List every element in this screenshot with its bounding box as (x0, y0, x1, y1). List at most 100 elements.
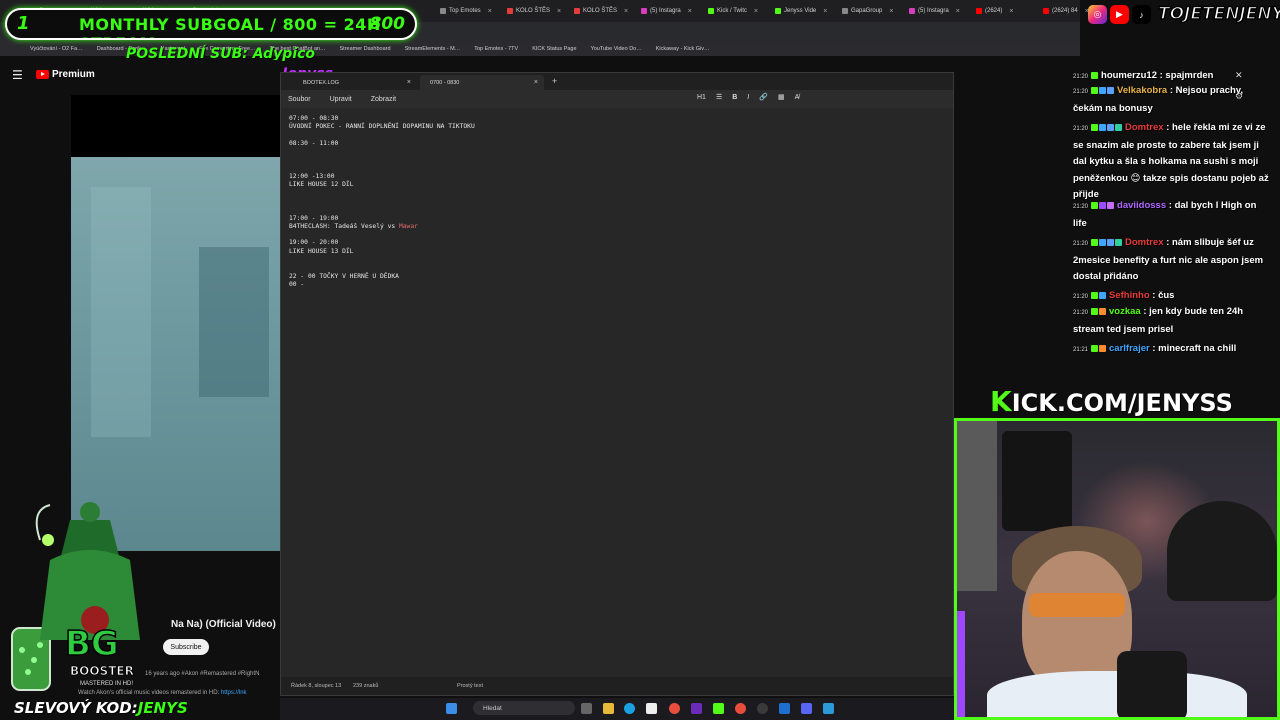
close-icon[interactable]: × (956, 8, 960, 15)
list-icon[interactable]: ☰ (716, 93, 722, 101)
chat-badge-icon (1099, 238, 1107, 246)
chrome-icon[interactable] (735, 703, 746, 714)
italic-button[interactable]: I (747, 94, 749, 101)
close-icon[interactable]: × (889, 8, 893, 15)
windows-start-icon[interactable] (446, 703, 457, 714)
video-player[interactable] (71, 157, 280, 551)
chat-username[interactable]: houmerzu12 (1101, 70, 1157, 81)
bookmark-item[interactable]: KICK Status Page (532, 46, 576, 52)
chat-timestamp: 21:20 (1073, 126, 1089, 132)
notepad-line: 22 - 00 TOČKY V HERNĚ U DĚDKA (289, 272, 399, 280)
bookmark-item[interactable]: Vyúčtování - O2 Fa… (30, 46, 83, 52)
close-icon[interactable]: × (407, 79, 411, 86)
store-icon[interactable] (646, 703, 657, 714)
close-icon[interactable]: × (823, 8, 827, 15)
link-icon[interactable]: 🔗 (759, 93, 768, 101)
webcam-cap (1167, 501, 1277, 601)
edge-icon[interactable] (624, 703, 635, 714)
app-icon[interactable] (779, 703, 790, 714)
browser-tab[interactable]: KOLO ŠTĚS × (574, 3, 636, 19)
browser-tab[interactable]: KOLO ŠTĚS × (507, 3, 569, 19)
notepad-format-toolbar: H1 ☰ B I 🔗 ▦ A̸ (697, 93, 800, 102)
browser-tab[interactable]: Top Emotes × (440, 3, 502, 19)
video-description-link[interactable]: https://lnk (221, 690, 247, 696)
chat-message: 21:20 Sefhinho : čus (1073, 288, 1269, 306)
close-icon[interactable]: × (557, 8, 561, 15)
tab-favicon-icon (507, 8, 513, 14)
subgoal-bar: 1 MONTHLY SUBGOAL / 800 = 24H STREAM 800 (5, 8, 417, 40)
browser-tab[interactable]: (2624) × (976, 3, 1038, 19)
bookmark-item[interactable]: StreamElements - M… (405, 46, 461, 52)
tab-favicon-icon (708, 8, 714, 14)
chat-username[interactable]: carlfrajer (1109, 343, 1150, 354)
chrome-icon[interactable] (669, 703, 680, 714)
subgoal-title: MONTHLY SUBGOAL / 800 = 24H STREAM (79, 15, 381, 38)
browser-tab[interactable]: Kick / Twitc × (708, 3, 770, 19)
chat-username[interactable]: Sefhinho (1109, 290, 1150, 301)
chat-badge-icon (1107, 123, 1115, 131)
notepad-tab-label: 0700 - 0830 (430, 79, 460, 86)
chat-badge-icon (1099, 291, 1107, 299)
chat-username[interactable]: Domtrex (1125, 122, 1164, 133)
table-icon[interactable]: ▦ (778, 93, 785, 101)
bookmark-item[interactable]: Streamer Dashboard (340, 46, 391, 52)
notepad-line: B4THECLASH: Tadeáš Veselý vs Mawar (289, 222, 418, 230)
chat-timestamp: 21:21 (1073, 347, 1089, 353)
close-icon[interactable]: × (1009, 8, 1013, 15)
notepad-line (289, 148, 475, 156)
video-player-top[interactable] (71, 95, 280, 157)
webcam-led-strip (957, 611, 965, 717)
chat-username[interactable]: Velkakobra (1117, 85, 1167, 96)
chat-badge-icon (1091, 307, 1099, 315)
bookmark-item[interactable]: YouTube Video Do… (591, 46, 642, 52)
subgoal-current: 1 (17, 13, 30, 34)
menu-view[interactable]: Zobrazit (371, 96, 396, 103)
clear-format-icon[interactable]: A̸ (795, 94, 800, 101)
chat-badge-icon (1091, 238, 1099, 246)
notepad-menubar: Soubor Upravit Zobrazit (281, 90, 953, 108)
close-icon[interactable]: × (488, 8, 492, 15)
close-icon[interactable]: × (624, 8, 628, 15)
kick-icon[interactable] (713, 703, 724, 714)
close-icon[interactable]: × (754, 8, 758, 15)
menu-edit[interactable]: Upravit (330, 96, 352, 103)
chat-username[interactable]: vozkaa (1109, 306, 1141, 317)
close-icon[interactable]: × (688, 8, 692, 15)
bold-button[interactable]: B (732, 94, 737, 101)
menu-file[interactable]: Soubor (288, 96, 311, 103)
obs-icon[interactable] (757, 703, 768, 714)
new-tab-plus-icon[interactable]: + (552, 76, 557, 86)
chat-badge-icon (1099, 307, 1107, 315)
file-explorer-icon[interactable] (603, 703, 614, 714)
chat-badge-icon (1091, 123, 1099, 131)
youtube-premium-label: Premium (52, 69, 95, 80)
browser-tab[interactable]: GapaGroup × (842, 3, 904, 19)
bookmark-item[interactable]: Top Emotes - 7TV (474, 46, 518, 52)
notepad-line: 00 - (289, 280, 305, 288)
windows-taskbar (280, 698, 954, 720)
app-icon[interactable] (691, 703, 702, 714)
browser-tab[interactable]: (5) Instagra × (641, 3, 703, 19)
youtube-logo[interactable]: Premium (36, 69, 95, 80)
close-icon[interactable]: ✕ (1235, 70, 1243, 81)
discord-icon[interactable] (801, 703, 812, 714)
taskbar-search[interactable]: Hledat (473, 701, 575, 715)
browser-tab[interactable]: Jenyss Vide × (775, 3, 837, 19)
notepad-text-area[interactable]: 07:00 - 08:30 ÚVODNÍ POKEC - RANNÍ DOPLNĚ… (289, 115, 475, 289)
close-icon[interactable]: × (534, 79, 538, 86)
notepad-tab-bar: BOOTEX.LOG × 0700 - 0830 × + (281, 73, 953, 90)
chat-timestamp: 21:20 (1073, 310, 1089, 316)
notepad-icon[interactable] (823, 703, 834, 714)
notepad-tab-bootex[interactable]: BOOTEX.LOG × (293, 75, 417, 90)
bookmark-item[interactable]: Kickaway - Kick Giv… (656, 46, 710, 52)
browser-tab[interactable]: (5) Instagra × (909, 3, 971, 19)
chat-username[interactable]: daviidosss (1117, 200, 1166, 211)
chat-username[interactable]: Domtrex (1125, 237, 1164, 248)
gear-icon[interactable]: ⚙ (1235, 91, 1243, 102)
notepad-line (289, 132, 475, 140)
chat-badge-icon (1115, 238, 1123, 246)
heading-dropdown[interactable]: H1 (697, 94, 706, 101)
hamburger-menu-icon[interactable]: ☰ (12, 68, 23, 82)
task-view-icon[interactable] (581, 703, 592, 714)
notepad-tab-schedule[interactable]: 0700 - 0830 × (420, 75, 544, 90)
